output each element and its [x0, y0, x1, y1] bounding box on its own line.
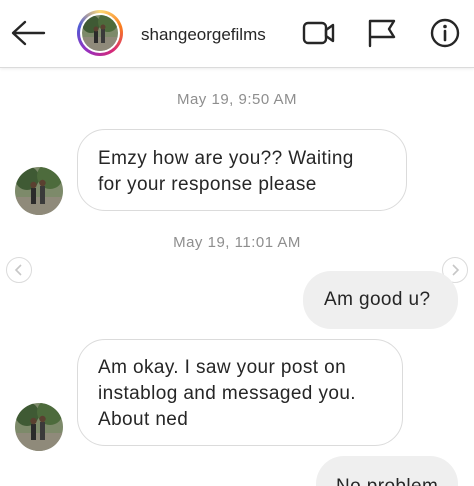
- flag-icon[interactable]: [366, 17, 400, 49]
- avatar-image: [82, 15, 118, 51]
- chat-username[interactable]: shangeorgefilms: [141, 25, 266, 45]
- message-timestamp: May 19, 9:50 AM: [176, 91, 298, 108]
- message-line: Emzy how are you?? Waiting: [98, 148, 354, 169]
- sent-message[interactable]: Am good u?: [303, 271, 458, 329]
- chevron-right-icon: [452, 264, 460, 276]
- message-text: No problem: [336, 474, 458, 486]
- avatar-image: [15, 167, 63, 215]
- sender-avatar[interactable]: [15, 403, 63, 451]
- message-line: About ned: [98, 409, 189, 430]
- received-message[interactable]: Emzy how are you?? Waiting for your resp…: [77, 129, 407, 211]
- chevron-left-icon: [14, 264, 22, 276]
- sent-message[interactable]: No problem: [316, 456, 458, 486]
- message-text: Am good u?: [324, 289, 431, 310]
- avatar-image: [15, 403, 63, 451]
- video-call-icon[interactable]: [302, 17, 336, 49]
- sender-avatar[interactable]: [15, 167, 63, 215]
- received-message[interactable]: Am okay. I saw your post on instablog an…: [77, 339, 403, 446]
- chat-header: shangeorgefilms: [0, 0, 474, 68]
- info-icon[interactable]: [428, 17, 462, 49]
- back-arrow-icon[interactable]: [10, 19, 46, 47]
- previous-arrow[interactable]: [6, 257, 32, 283]
- profile-avatar[interactable]: [77, 10, 123, 56]
- message-line: Am okay. I saw your post on: [98, 357, 347, 378]
- message-line: instablog and messaged you.: [98, 383, 356, 404]
- message-timestamp: May 19, 11:01 AM: [173, 234, 301, 251]
- message-line: for your response please: [98, 174, 317, 195]
